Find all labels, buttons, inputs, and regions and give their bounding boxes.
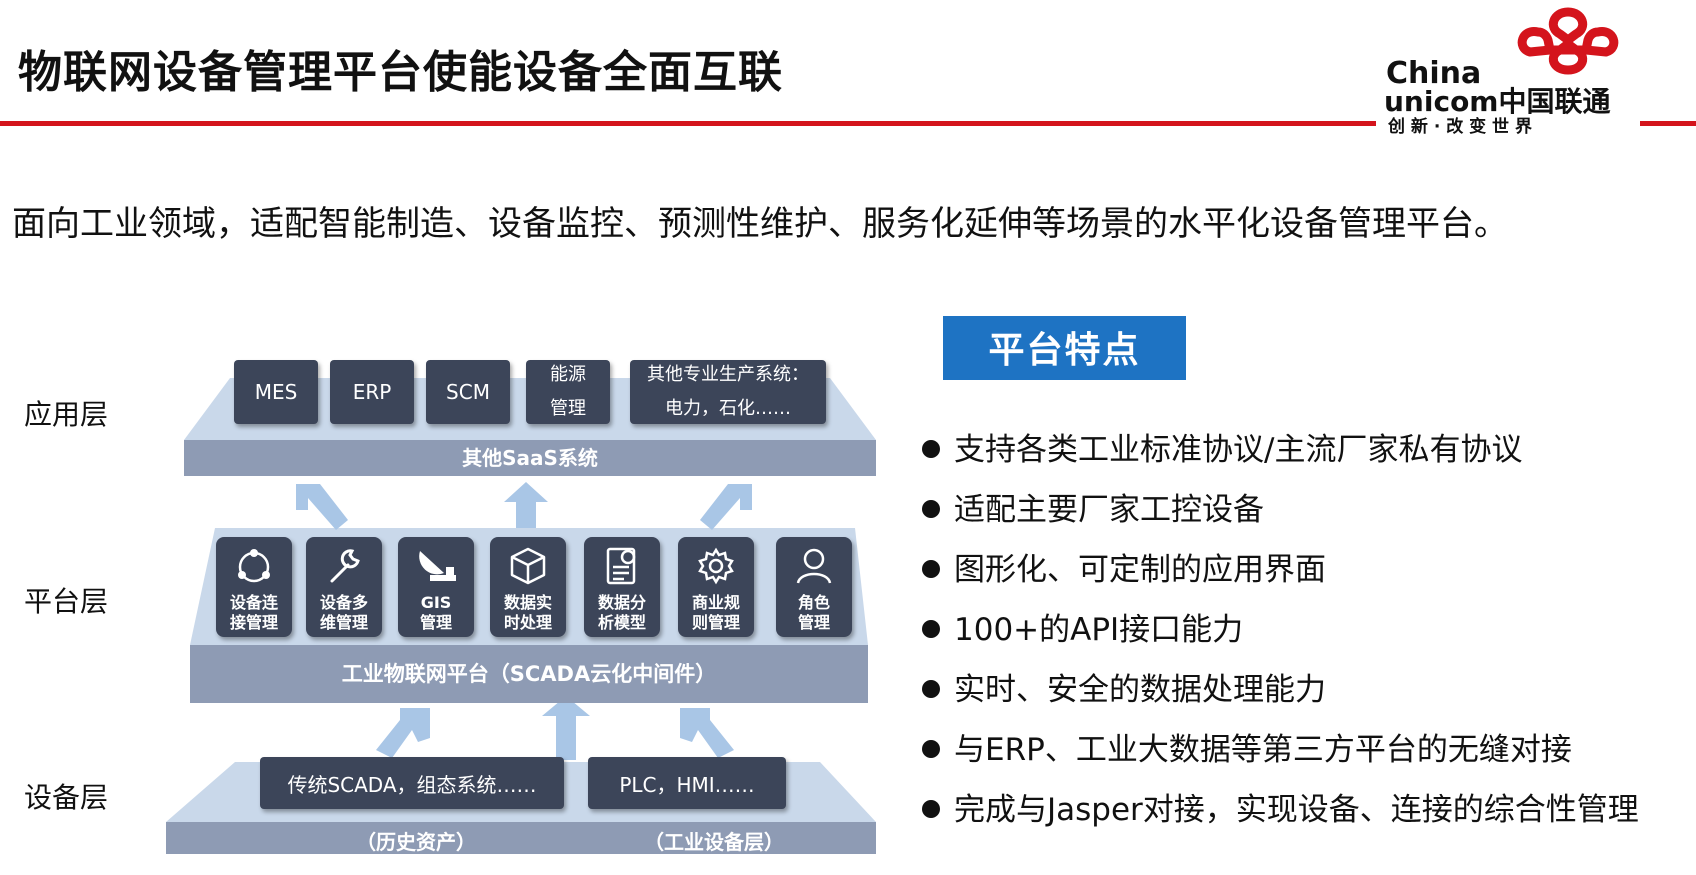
- arrow-up-right-icon: [700, 484, 752, 530]
- module-label: 设备多 维管理: [319, 593, 368, 632]
- module-device-connection: 设备连 接管理: [216, 537, 292, 637]
- feature-item: 图形化、可定制的应用界面: [922, 544, 1326, 589]
- arrow-up-center-icon: [504, 482, 548, 528]
- user-icon: [796, 548, 832, 584]
- module-label: 商业规 则管理: [691, 593, 740, 632]
- app-box-energy: 能源 管理: [526, 360, 610, 424]
- data-cube-icon: [510, 547, 546, 585]
- module-label: GIS 管理: [419, 593, 452, 632]
- logo-slogan: 创 新 · 改 变 世 界: [1388, 117, 1532, 137]
- bullet-icon: [922, 499, 940, 518]
- module-label: 数据分 析模型: [597, 593, 646, 632]
- feature-text: 适配主要厂家工控设备: [954, 492, 1264, 528]
- arrow-device-left-icon: [376, 708, 430, 758]
- unicom-knot-icon: [1517, 7, 1619, 75]
- iot-platform-bar: 工业物联网平台（SCADA云化中间件）: [190, 645, 868, 703]
- app-box-erp: ERP: [330, 360, 414, 424]
- device-box-scada: 传统SCADA，组态系统……: [260, 757, 564, 809]
- china-unicom-logo: China unicom中国联通 创 新 · 改 变 世 界: [1380, 0, 1640, 140]
- bullet-icon: [922, 619, 940, 638]
- feature-item: 支持各类工业标准协议/主流厂家私有协议: [922, 424, 1522, 469]
- module-device-multidim: 设备多 维管理: [306, 537, 382, 637]
- module-label: 数据实 时处理: [503, 593, 552, 632]
- header-divider-right: [1640, 121, 1696, 126]
- feature-text: 支持各类工业标准协议/主流厂家私有协议: [954, 432, 1523, 468]
- device-bar-industrial: （工业设备层）: [644, 830, 784, 854]
- app-box-other-systems: 其他专业生产系统： 电力，石化……: [630, 360, 826, 424]
- feature-item: 实时、安全的数据处理能力: [922, 664, 1326, 709]
- feature-item: 完成与Jasper对接，实现设备、连接的综合性管理: [922, 784, 1639, 829]
- module-analysis-model: 数据分 析模型: [584, 537, 660, 637]
- device-bar: （历史资产） （工业设备层）: [166, 822, 876, 854]
- arrow-up-left-icon: [296, 484, 348, 530]
- module-business-rules: 商业规 则管理: [678, 537, 754, 637]
- arrow-device-right-icon: [680, 708, 734, 758]
- bullet-icon: [922, 799, 940, 818]
- arrow-device-center-icon: [542, 696, 590, 760]
- module-realtime-data: 数据实 时处理: [490, 537, 566, 637]
- bullet-icon: [922, 739, 940, 758]
- wrench-icon: [330, 549, 360, 583]
- satellite-dish-icon: [419, 551, 456, 581]
- saas-bar: 其他SaaS系统: [184, 440, 876, 476]
- bullet-icon: [922, 439, 940, 458]
- app-box-scm: SCM: [426, 360, 510, 424]
- module-gis: GIS 管理: [398, 537, 474, 637]
- document-chart-icon: [606, 547, 636, 585]
- module-label: 角色 管理: [797, 593, 830, 632]
- gear-icon: [698, 547, 734, 585]
- bullet-icon: [922, 679, 940, 698]
- feature-text: 100+的API接口能力: [954, 612, 1244, 648]
- app-box-mes: MES: [234, 360, 318, 424]
- device-bar-history: （历史资产）: [356, 830, 476, 854]
- feature-item: 与ERP、工业大数据等第三方平台的无缝对接: [922, 724, 1572, 769]
- feature-item: 适配主要厂家工控设备: [922, 484, 1264, 529]
- feature-text: 图形化、可定制的应用界面: [954, 552, 1326, 588]
- feature-text: 与ERP、工业大数据等第三方平台的无缝对接: [954, 732, 1572, 768]
- feature-item: 100+的API接口能力: [922, 604, 1243, 649]
- architecture-diagram-shapes: [166, 378, 876, 822]
- device-box-plc-hmi: PLC，HMI……: [588, 757, 786, 809]
- feature-text: 完成与Jasper对接，实现设备、连接的综合性管理: [954, 792, 1639, 828]
- module-label: 设备连 接管理: [229, 593, 278, 632]
- features-heading: 平台特点: [943, 316, 1186, 380]
- connection-icon: [238, 549, 270, 583]
- bullet-icon: [922, 559, 940, 578]
- module-role-management: 角色 管理: [776, 537, 852, 637]
- feature-text: 实时、安全的数据处理能力: [954, 672, 1326, 708]
